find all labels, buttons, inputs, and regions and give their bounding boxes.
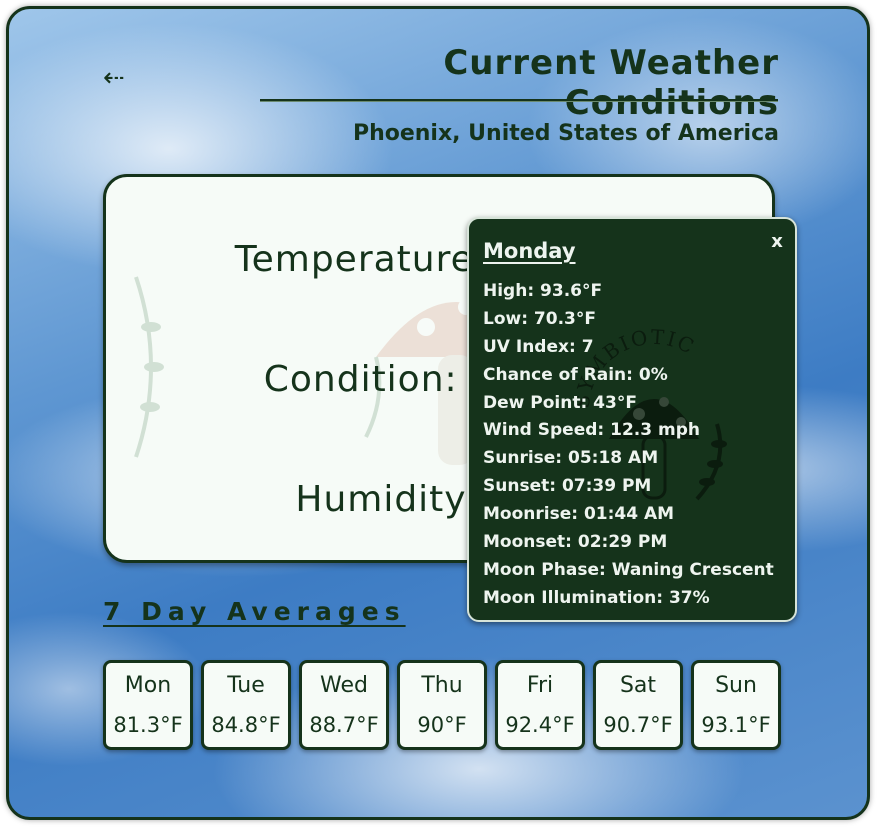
day-card-mon[interactable]: Mon 81.3°F <box>103 660 193 750</box>
popup-moonrise: Moonrise: 01:44 AM <box>483 504 675 525</box>
day-name: Mon <box>124 673 172 698</box>
popup-dew-point: Dew Point: 43°F <box>483 392 637 413</box>
popup-low: Low: 70.3°F <box>483 308 596 329</box>
day-name: Sat <box>619 673 657 698</box>
day-name: Tue <box>227 673 265 698</box>
day-average-temp: 90°F <box>417 713 467 737</box>
close-icon[interactable]: x <box>767 231 787 255</box>
popup-wind-speed: Wind Speed: 12.3 mph <box>483 420 700 441</box>
popup-uv-index: UV Index: 7 <box>483 336 594 357</box>
day-name: Fri <box>526 673 554 698</box>
back-arrow-icon[interactable]: ⇠ <box>103 61 153 95</box>
popup-moonset: Moonset: 02:29 PM <box>483 532 668 553</box>
popup-chance-of-rain: Chance of Rain: 0% <box>483 364 668 385</box>
day-detail-popup: SYMBIOTIC Monday x High: 93.6°F Low: 70.… <box>467 217 797 622</box>
popup-high: High: 93.6°F <box>483 281 603 301</box>
day-card-sun[interactable]: Sun 93.1°F <box>691 660 781 750</box>
day-average-temp: 84.8°F <box>211 713 281 737</box>
day-card-wed[interactable]: Wed 88.7°F <box>299 660 389 750</box>
day-average-temp: 81.3°F <box>113 713 183 737</box>
popup-moon-illumination: Moon Illumination: 37% <box>483 587 710 608</box>
day-card-thu[interactable]: Thu 90°F <box>397 660 487 750</box>
day-average-temp: 92.4°F <box>505 713 575 737</box>
app-frame: ⇠ Current Weather Conditions Phoenix, Un… <box>6 6 870 820</box>
day-average-temp: 93.1°F <box>701 713 771 737</box>
day-average-temp: 88.7°F <box>309 713 379 737</box>
day-name: Thu <box>421 673 463 698</box>
day-average-temp: 90.7°F <box>603 713 673 737</box>
popup-moon-phase: Moon Phase: Waning Crescent <box>483 559 774 580</box>
page-title: Current Weather Conditions <box>443 43 779 123</box>
popup-details-list: High: 93.6°F Low: 70.3°F UV Index: 7 Cha… <box>483 281 774 616</box>
popup-sunset: Sunset: 07:39 PM <box>483 476 652 497</box>
day-name: Wed <box>320 673 368 698</box>
popup-sunrise: Sunrise: 05:18 AM <box>483 448 659 469</box>
popup-day-title: Monday <box>483 239 576 263</box>
seven-day-averages-heading: 7 Day Averages <box>103 597 406 626</box>
humidity-text: Humidity <box>295 479 467 520</box>
day-name: Sun <box>715 673 757 698</box>
location-label: Phoenix, United States of America <box>352 121 779 146</box>
day-card-tue[interactable]: Tue 84.8°F <box>201 660 291 750</box>
title-divider <box>260 99 778 102</box>
day-card-fri[interactable]: Fri 92.4°F <box>495 660 585 750</box>
day-card-sat[interactable]: Sat 90.7°F <box>593 660 683 750</box>
